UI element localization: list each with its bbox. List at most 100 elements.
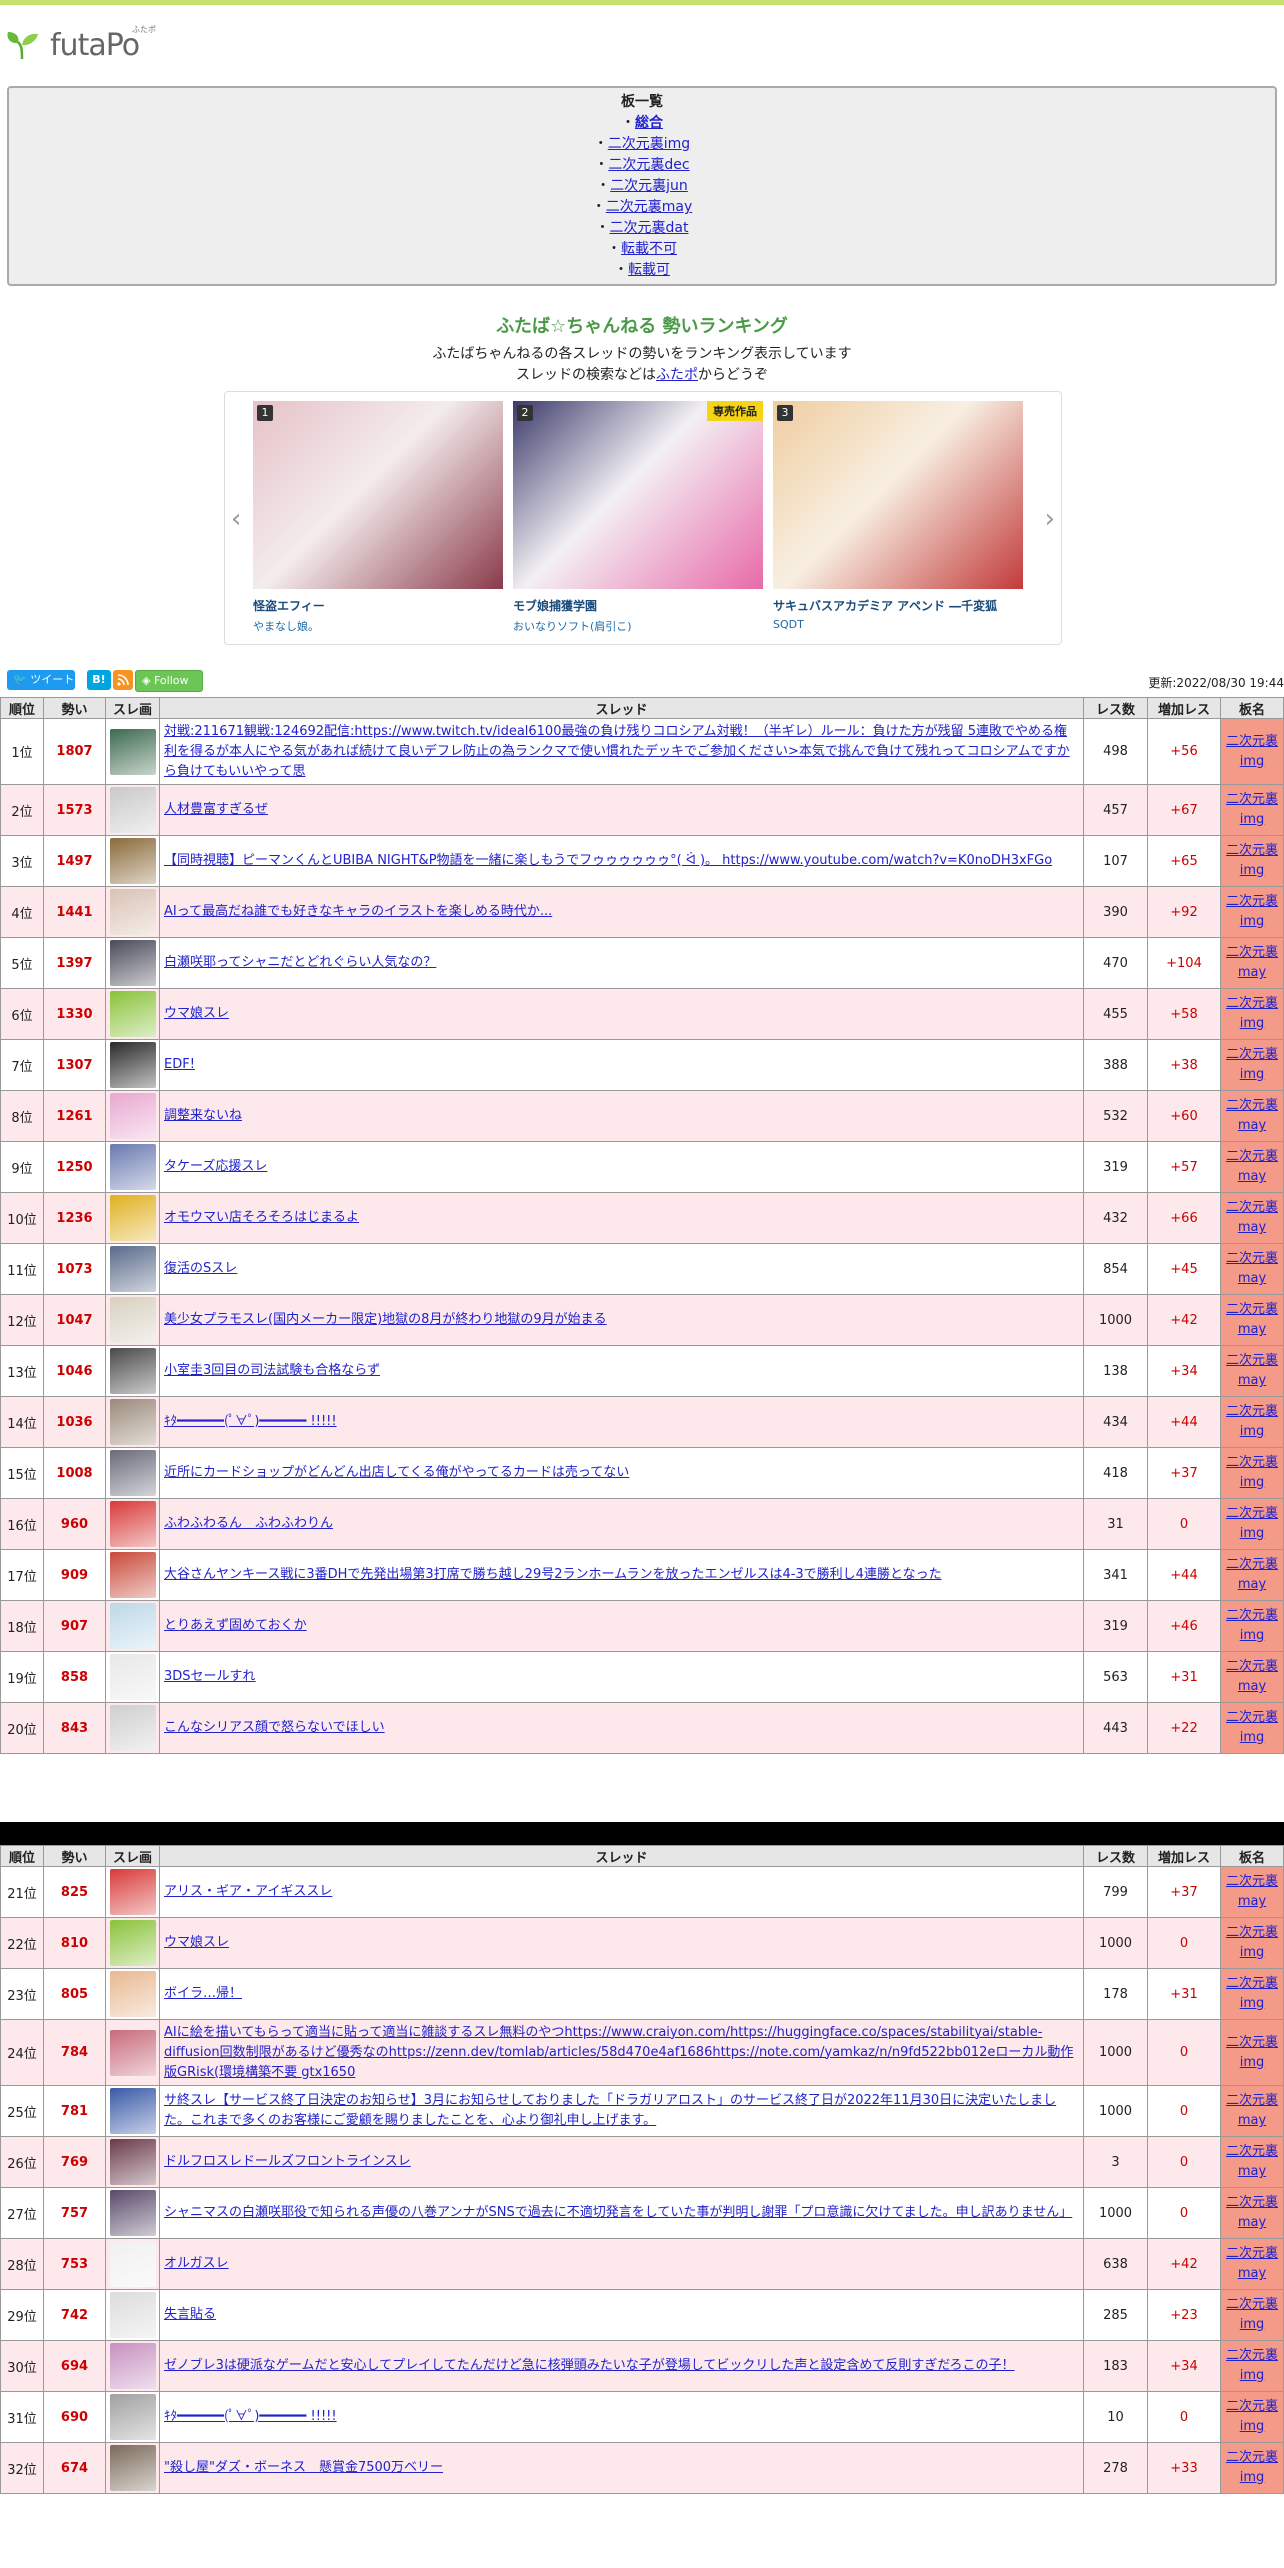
board-name-link[interactable]: 二次元裏 — [1226, 843, 1278, 858]
thread-link[interactable]: タケーズ応援スレ — [164, 1159, 267, 1174]
board-sub-link[interactable]: img — [1240, 1628, 1265, 1643]
thread-link[interactable]: 人材豊富すぎるぜ — [164, 802, 268, 817]
thread-link[interactable]: AIに絵を描いてもらって適当に貼って適当に雑談するスレ無料のやつhttps://… — [164, 2025, 1073, 2080]
thread-thumbnail[interactable] — [109, 889, 156, 935]
board-name-link[interactable]: 二次元裏 — [1226, 1608, 1278, 1623]
board-sub-link[interactable]: may — [1238, 1894, 1266, 1909]
tweet-button[interactable]: 🐦 ツイート — [7, 670, 75, 690]
promo-image[interactable]: 2 専売作品 — [513, 401, 763, 589]
board-sub-link[interactable]: may — [1238, 1118, 1266, 1133]
promo-circle[interactable]: おいなりソフト(肩引こ) — [513, 618, 763, 634]
board-sub-link[interactable]: img — [1240, 2470, 1265, 2485]
board-name-link[interactable]: 二次元裏 — [1226, 1874, 1278, 1889]
board-sub-link[interactable]: img — [1240, 914, 1265, 929]
thread-thumbnail[interactable] — [109, 1348, 156, 1394]
feedly-follow-button[interactable]: ◈ Follow — [135, 670, 203, 692]
thread-link[interactable]: アリス・ギア・アイギススレ — [164, 1884, 332, 1899]
board-sub-link[interactable]: may — [1238, 1322, 1266, 1337]
thread-thumbnail[interactable] — [109, 838, 156, 884]
board-sub-link[interactable]: img — [1240, 1996, 1265, 2011]
thread-thumbnail[interactable] — [109, 1971, 156, 2017]
thread-link[interactable]: ウマ娘スレ — [164, 1935, 229, 1950]
board-link[interactable]: 二次元裏dec — [608, 157, 689, 173]
board-sub-link[interactable]: img — [1240, 754, 1265, 769]
thread-link[interactable]: 失言貼る — [164, 2307, 216, 2322]
thread-link[interactable]: ｷﾀ━━━━━━(ﾟ∀ﾟ)━━━━━━ !!!!! — [164, 2409, 337, 2424]
board-name-link[interactable]: 二次元裏 — [1226, 1925, 1278, 1940]
board-name-link[interactable]: 二次元裏 — [1226, 2093, 1278, 2108]
promo-card[interactable]: 3 サキュバスアカデミア アペンド ―千変狐 SQDT — [773, 401, 1023, 631]
thread-link[interactable]: ゼノブレ3は硬派なゲームだと安心してプレイしてたんだけど急に核弾頭みたいな子が登… — [164, 2358, 1015, 2373]
thread-thumbnail[interactable] — [109, 2190, 156, 2236]
board-link[interactable]: 二次元裏jun — [610, 178, 688, 194]
board-sub-link[interactable]: img — [1240, 2317, 1265, 2332]
thread-link[interactable]: オルガスレ — [164, 2256, 229, 2271]
thread-thumbnail[interactable] — [109, 1144, 156, 1190]
board-sub-link[interactable]: may — [1238, 1169, 1266, 1184]
board-sub-link[interactable]: img — [1240, 812, 1265, 827]
thread-link[interactable]: 3DSセールすれ — [164, 1669, 256, 1684]
hatena-bookmark-button[interactable]: B! — [87, 670, 111, 690]
thread-link[interactable]: ドルフロスレドールズフロントラインスレ — [164, 2154, 411, 2169]
thread-link[interactable]: オモウマい店そろそろはじまるよ — [164, 1210, 359, 1225]
thread-thumbnail[interactable] — [109, 1501, 156, 1547]
thread-thumbnail[interactable] — [109, 1705, 156, 1751]
thread-link[interactable]: AIって最高だね誰でも好きなキャラのイラストを楽しめる時代か... — [164, 904, 552, 919]
promo-title[interactable]: 怪盗エフィー — [253, 597, 503, 614]
board-sub-link[interactable]: img — [1240, 1945, 1265, 1960]
thread-thumbnail[interactable] — [109, 1042, 156, 1088]
board-name-link[interactable]: 二次元裏 — [1226, 2348, 1278, 2363]
board-name-link[interactable]: 二次元裏 — [1226, 1098, 1278, 1113]
board-sub-link[interactable]: may — [1238, 1220, 1266, 1235]
thread-thumbnail[interactable] — [109, 1552, 156, 1598]
board-link[interactable]: 転載可 — [628, 262, 670, 278]
site-logo[interactable]: futaPo ふたポ — [6, 22, 166, 66]
board-sub-link[interactable]: img — [1240, 2368, 1265, 2383]
board-name-link[interactable]: 二次元裏 — [1226, 1200, 1278, 1215]
board-sub-link[interactable]: img — [1240, 1424, 1265, 1439]
thread-thumbnail[interactable] — [109, 2241, 156, 2287]
board-sub-link[interactable]: may — [1238, 1577, 1266, 1592]
futapo-link[interactable]: ふたポ — [656, 367, 698, 383]
thread-thumbnail[interactable] — [109, 940, 156, 986]
thread-thumbnail[interactable] — [109, 991, 156, 1037]
thread-link[interactable]: 小室圭3回目の司法試験も合格ならず — [164, 1363, 380, 1378]
board-link[interactable]: 二次元裏dat — [610, 220, 689, 236]
thread-link[interactable]: 大谷さんヤンキース戦に3番DHで先発出場第3打席で勝ち越し29号2ランホームラン… — [164, 1567, 942, 1582]
promo-title[interactable]: モブ娘捕獲学園 — [513, 597, 763, 614]
board-sub-link[interactable]: img — [1240, 2055, 1265, 2070]
board-name-link[interactable]: 二次元裏 — [1226, 1506, 1278, 1521]
board-sub-link[interactable]: may — [1238, 1373, 1266, 1388]
promo-card[interactable]: 2 専売作品モブ娘捕獲学園 おいなりソフト(肩引こ) — [513, 401, 763, 634]
thread-link[interactable]: EDF! — [164, 1057, 195, 1072]
board-sub-link[interactable]: may — [1238, 1271, 1266, 1286]
board-name-link[interactable]: 二次元裏 — [1226, 2450, 1278, 2465]
thread-thumbnail[interactable] — [109, 2292, 156, 2338]
thread-thumbnail[interactable] — [109, 1399, 156, 1445]
thread-thumbnail[interactable] — [109, 1195, 156, 1241]
board-name-link[interactable]: 二次元裏 — [1226, 996, 1278, 1011]
board-name-link[interactable]: 二次元裏 — [1226, 1976, 1278, 1991]
thread-thumbnail[interactable] — [109, 1297, 156, 1343]
thread-link[interactable]: 調整来ないね — [164, 1108, 242, 1123]
board-name-link[interactable]: 二次元裏 — [1226, 1659, 1278, 1674]
thread-link[interactable]: こんなシリアス顔で怒らないでほしい — [164, 1720, 385, 1735]
board-name-link[interactable]: 二次元裏 — [1226, 1557, 1278, 1572]
thread-link[interactable]: 美少女プラモスレ(国内メーカー限定)地獄の8月が終わり地獄の9月が始まる — [164, 1312, 607, 1327]
board-name-link[interactable]: 二次元裏 — [1226, 1302, 1278, 1317]
board-sub-link[interactable]: img — [1240, 863, 1265, 878]
board-name-link[interactable]: 二次元裏 — [1226, 2246, 1278, 2261]
board-name-link[interactable]: 二次元裏 — [1226, 945, 1278, 960]
thread-thumbnail[interactable] — [109, 2139, 156, 2185]
thread-link[interactable]: ウマ娘スレ — [164, 1006, 229, 1021]
board-sub-link[interactable]: may — [1238, 965, 1266, 980]
board-name-link[interactable]: 二次元裏 — [1226, 2399, 1278, 2414]
thread-link[interactable]: とりあえず固めておくか — [164, 1618, 307, 1633]
board-sub-link[interactable]: may — [1238, 2266, 1266, 2281]
board-sub-link[interactable]: img — [1240, 1526, 1265, 1541]
thread-link[interactable]: ふわふわるん ふわふわりん — [164, 1516, 333, 1531]
thread-link[interactable]: 復活のSスレ — [164, 1261, 237, 1276]
thread-link[interactable]: 対戦:211671観戦:124692配信:https://www.twitch.… — [164, 724, 1070, 779]
board-sub-link[interactable]: img — [1240, 1475, 1265, 1490]
thread-thumbnail[interactable] — [109, 1654, 156, 1700]
